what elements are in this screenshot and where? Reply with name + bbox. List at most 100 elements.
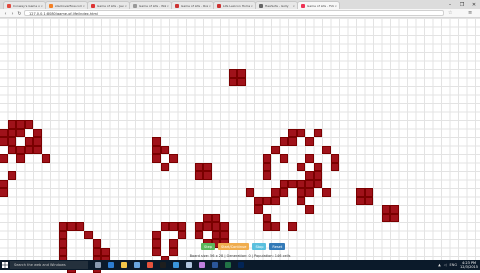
vscode-icon[interactable]: [173, 262, 179, 268]
live-cell[interactable]: [322, 146, 331, 155]
live-cell[interactable]: [220, 222, 229, 231]
live-cell[interactable]: [101, 248, 110, 257]
live-cell[interactable]: [195, 163, 204, 172]
live-cell[interactable]: [280, 188, 289, 197]
tab-close-icon[interactable]: ×: [250, 4, 253, 8]
tab-close-icon[interactable]: ×: [334, 4, 337, 8]
live-cell[interactable]: [169, 239, 178, 248]
browser-tab[interactable]: Game of Life - Fiddle×: [297, 1, 340, 9]
back-icon[interactable]: ‹: [2, 10, 9, 17]
live-cell[interactable]: [33, 146, 42, 155]
live-cell[interactable]: [297, 129, 306, 138]
browser-tab[interactable]: Game of Life - JavaScript×: [87, 1, 130, 9]
live-cell[interactable]: [331, 163, 340, 172]
live-cell[interactable]: [305, 137, 314, 146]
live-cell[interactable]: [152, 137, 161, 146]
clock[interactable]: 4:23 PM 12/3/2015: [460, 261, 478, 269]
live-cell[interactable]: [59, 231, 68, 240]
taskbar-search-box[interactable]: Search the web and Windows: [10, 261, 88, 269]
reload-icon[interactable]: ↻: [16, 10, 23, 17]
live-cell[interactable]: [169, 222, 178, 231]
word-icon[interactable]: [212, 262, 218, 268]
volume-icon[interactable]: ◁: [444, 263, 447, 267]
network-icon[interactable]: ▲: [438, 263, 441, 267]
live-cell[interactable]: [297, 163, 306, 172]
file-explorer-icon[interactable]: [121, 262, 127, 268]
live-cell[interactable]: [59, 239, 68, 248]
edge-icon[interactable]: [108, 262, 114, 268]
tab-close-icon[interactable]: ×: [40, 4, 43, 8]
live-cell[interactable]: [271, 146, 280, 155]
live-cell[interactable]: [263, 171, 272, 180]
terminal-icon[interactable]: [160, 262, 166, 268]
live-cell[interactable]: [16, 146, 25, 155]
live-cell[interactable]: [0, 180, 8, 189]
tab-close-icon[interactable]: ×: [124, 4, 127, 8]
live-cell[interactable]: [263, 222, 272, 231]
live-cell[interactable]: [42, 154, 51, 163]
live-cell[interactable]: [25, 146, 34, 155]
tab-close-icon[interactable]: ×: [292, 4, 295, 8]
live-cell[interactable]: [297, 180, 306, 189]
live-cell[interactable]: [203, 214, 212, 223]
live-cell[interactable]: [263, 214, 272, 223]
tab-close-icon[interactable]: ×: [82, 4, 85, 8]
start-continue-button[interactable]: Start/Continue: [218, 243, 249, 250]
live-cell[interactable]: [263, 154, 272, 163]
live-cell[interactable]: [178, 222, 187, 231]
live-cell[interactable]: [152, 146, 161, 155]
live-cell[interactable]: [16, 120, 25, 129]
live-cell[interactable]: [178, 231, 187, 240]
forward-icon[interactable]: ›: [9, 10, 16, 17]
live-cell[interactable]: [93, 239, 102, 248]
url-field[interactable]: 127.0.0.1:8080/game-of-life/index.html: [24, 10, 444, 16]
live-cell[interactable]: [305, 154, 314, 163]
live-cell[interactable]: [263, 197, 272, 206]
tab-close-icon[interactable]: ×: [208, 4, 211, 8]
live-cell[interactable]: [356, 188, 365, 197]
live-cell[interactable]: [365, 188, 374, 197]
live-cell[interactable]: [331, 154, 340, 163]
live-cell[interactable]: [212, 214, 221, 223]
store-icon[interactable]: [134, 262, 140, 268]
live-cell[interactable]: [203, 163, 212, 172]
live-cell[interactable]: [237, 78, 246, 87]
live-cell[interactable]: [314, 129, 323, 138]
paint-icon[interactable]: [199, 262, 205, 268]
live-cell[interactable]: [288, 180, 297, 189]
live-cell[interactable]: [25, 137, 34, 146]
live-cell[interactable]: [305, 188, 314, 197]
minimize-button[interactable]: –: [444, 0, 456, 9]
live-cell[interactable]: [67, 222, 76, 231]
live-cell[interactable]: [59, 222, 68, 231]
live-cell[interactable]: [314, 171, 323, 180]
live-cell[interactable]: [237, 69, 246, 78]
live-cell[interactable]: [220, 231, 229, 240]
live-cell[interactable]: [305, 180, 314, 189]
game-board[interactable]: [0, 18, 480, 260]
live-cell[interactable]: [0, 154, 8, 163]
browser-tab[interactable]: Life Lexicon Home Page×: [213, 1, 256, 9]
powershell-icon[interactable]: [238, 262, 244, 268]
live-cell[interactable]: [382, 205, 391, 214]
live-cell[interactable]: [212, 222, 221, 231]
live-cell[interactable]: [152, 231, 161, 240]
live-cell[interactable]: [382, 214, 391, 223]
browser-tab[interactable]: Game of Life - Wikipedia×: [129, 1, 172, 9]
live-cell[interactable]: [195, 171, 204, 180]
live-cell[interactable]: [297, 188, 306, 197]
live-cell[interactable]: [263, 163, 272, 172]
live-cell[interactable]: [203, 222, 212, 231]
live-cell[interactable]: [229, 69, 238, 78]
live-cell[interactable]: [84, 231, 93, 240]
live-cell[interactable]: [93, 248, 102, 257]
live-cell[interactable]: [271, 188, 280, 197]
tab-close-icon[interactable]: ×: [166, 4, 169, 8]
live-cell[interactable]: [8, 146, 17, 155]
live-cell[interactable]: [305, 205, 314, 214]
live-cell[interactable]: [212, 231, 221, 240]
live-cell[interactable]: [195, 231, 204, 240]
live-cell[interactable]: [195, 222, 204, 231]
live-cell[interactable]: [8, 120, 17, 129]
live-cell[interactable]: [280, 180, 289, 189]
